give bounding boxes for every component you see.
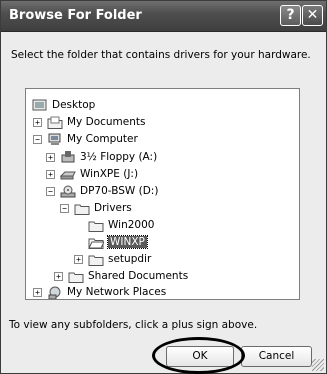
help-button[interactable]: ? — [280, 5, 301, 26]
tree-item-label: 3½ Floppy (A:) — [80, 151, 158, 163]
collapse-minus-icon[interactable]: − — [60, 203, 69, 213]
expand-plus-icon[interactable]: + — [46, 169, 55, 179]
tree-item-winxp[interactable]: WINXP — [88, 234, 148, 250]
tree-item-label: Win2000 — [108, 219, 155, 231]
tree-item-desktop[interactable]: Desktop — [32, 97, 95, 113]
cd-drive-icon — [60, 185, 76, 198]
tree-item-winxpe-j[interactable]: + WinXPE (J:) — [46, 166, 138, 182]
network-icon — [47, 286, 63, 299]
tree-item-my-documents[interactable]: + My Documents — [33, 114, 145, 130]
expand-plus-icon[interactable]: + — [54, 271, 63, 281]
instruction-text: Select the folder that contains drivers … — [11, 49, 311, 61]
tree-item-my-computer[interactable]: − My Computer — [33, 131, 138, 147]
folder-tree[interactable]: Desktop + My Documents − My Computer + 3… — [25, 88, 300, 300]
tree-item-label: My Computer — [67, 133, 138, 145]
collapse-minus-icon[interactable]: − — [46, 186, 55, 196]
desktop-icon — [32, 99, 48, 112]
collapse-minus-icon[interactable]: − — [33, 134, 42, 144]
dialog-title: Browse For Folder — [9, 8, 142, 23]
folder-open-icon — [88, 236, 104, 249]
expand-plus-icon[interactable]: + — [46, 152, 55, 162]
tree-item-label: Drivers — [94, 202, 132, 214]
expand-plus-icon[interactable]: + — [74, 254, 83, 264]
folder-icon — [88, 253, 104, 266]
tree-item-label-selected: WINXP — [107, 235, 148, 249]
title-bar[interactable]: Browse For Folder ? ✕ — [1, 1, 326, 32]
expand-plus-icon[interactable]: + — [33, 117, 42, 127]
folder-icon — [47, 116, 63, 129]
floppy-drive-icon — [60, 150, 76, 164]
tree-item-setupdir[interactable]: + setupdir — [74, 251, 151, 267]
tree-item-label: setupdir — [108, 253, 152, 265]
ok-button-highlight-circle — [152, 337, 245, 374]
folder-icon — [74, 202, 90, 215]
folder-icon — [68, 270, 84, 283]
computer-icon — [47, 133, 63, 146]
tree-item-drivers[interactable]: − Drivers — [60, 200, 132, 216]
tree-item-label: WinXPE (J:) — [80, 168, 139, 180]
tree-item-shared-documents[interactable]: + Shared Documents — [54, 268, 188, 284]
expand-plus-icon[interactable]: + — [33, 287, 42, 297]
tree-item-win2000[interactable]: Win2000 — [88, 217, 154, 233]
tree-item-label: Desktop — [52, 99, 96, 111]
hint-text: To view any subfolders, click a plus sig… — [9, 319, 258, 331]
tree-item-label: DP70-BSW (D:) — [80, 185, 159, 197]
close-button[interactable]: ✕ — [302, 5, 323, 26]
browse-for-folder-dialog: Browse For Folder ? ✕ Select the folder … — [0, 0, 327, 374]
tree-item-label: My Documents — [67, 116, 146, 128]
resize-grip[interactable] — [312, 359, 324, 371]
hard-drive-icon — [60, 168, 76, 181]
tree-item-floppy-a[interactable]: + 3½ Floppy (A:) — [46, 149, 157, 165]
tree-item-dp70-bsw-d[interactable]: − DP70-BSW (D:) — [46, 183, 158, 199]
tree-item-my-network-places[interactable]: + My Network Places — [33, 284, 167, 299]
folder-icon — [88, 219, 104, 232]
cancel-button[interactable]: Cancel — [241, 346, 312, 367]
tree-item-label: Shared Documents — [88, 270, 189, 282]
tree-item-label: My Network Places — [67, 286, 167, 298]
